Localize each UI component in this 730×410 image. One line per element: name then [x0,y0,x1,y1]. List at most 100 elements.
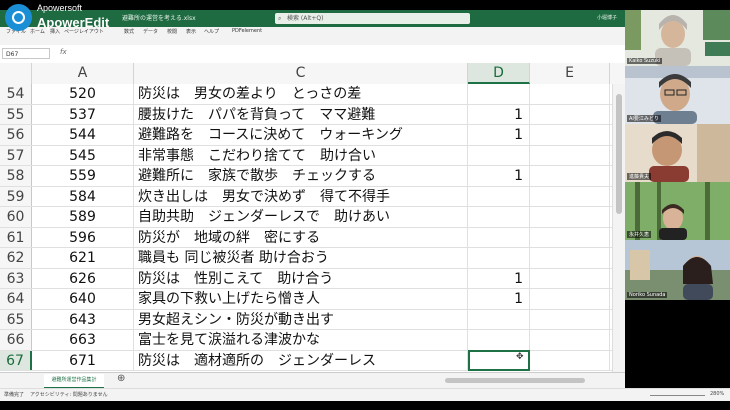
cell-a[interactable]: 596 [32,227,134,247]
select-all-corner[interactable] [0,63,32,84]
cell-c[interactable]: 炊き出しは 男女で決めず 得て不得手 [134,186,468,206]
cell-e[interactable] [530,84,610,104]
cell-e[interactable] [530,309,610,329]
column-header-a[interactable]: A [32,63,134,84]
cell-e[interactable] [530,268,610,288]
cell-d[interactable] [468,309,530,329]
participant-tile[interactable]: 進藤貴夫 [625,124,730,182]
cell-c[interactable]: 男女超えシン・防災が動き出す [134,309,468,329]
cell-e[interactable] [530,145,610,165]
cell-a[interactable]: 621 [32,248,134,268]
cell-e[interactable] [530,166,610,186]
vertical-scroll-thumb[interactable] [616,94,622,214]
menu-help[interactable]: ヘルプ [204,28,219,35]
add-sheet-icon[interactable]: ⊕ [117,373,125,384]
row-number[interactable]: 56 [0,125,32,145]
cell-e[interactable] [530,104,610,124]
search-box[interactable]: ⌕ 検索 (Alt+Q) [275,13,470,24]
row-number[interactable]: 60 [0,207,32,227]
vertical-scrollbar[interactable] [612,84,625,372]
cell-a[interactable]: 584 [32,186,134,206]
cell-e[interactable] [530,350,610,370]
cell-a[interactable]: 520 [32,84,134,104]
cell-a[interactable]: 643 [32,309,134,329]
participant-tile[interactable]: Kaiko Suzuki [625,10,730,66]
cell-a[interactable]: 626 [32,268,134,288]
cell-c[interactable]: 防災は 適材適所の ジェンダーレス [134,350,468,370]
cell-c[interactable]: 非常事態 こだわり捨てて 助け合い [134,145,468,165]
cell-a[interactable]: 640 [32,289,134,309]
status-accessibility[interactable]: アクセシビリティ: 問題ありません [30,391,108,398]
cell-c[interactable]: 腰抜けた パパを背負って ママ避難 [134,104,468,124]
menu-view[interactable]: 表示 [186,28,196,35]
zoom-level[interactable]: 280% [710,391,724,397]
cell-a[interactable]: 544 [32,125,134,145]
table-row: 66 663 富士を見て涙溢れる津波かな [0,330,625,351]
cell-d[interactable] [468,84,530,104]
row-number[interactable]: 57 [0,145,32,165]
row-number[interactable]: 65 [0,309,32,329]
cell-d[interactable]: 1 [468,166,530,186]
menu-review[interactable]: 校閲 [167,28,177,35]
cell-d[interactable]: 1 [468,125,530,145]
cell-c[interactable]: 防災が 地域の絆 密にする [134,227,468,247]
cell-c[interactable]: 防災は 性別こえて 助け合う [134,268,468,288]
cell-c[interactable]: 防災は 男女の差より とっさの差 [134,84,468,104]
cell-e[interactable] [530,186,610,206]
cell-e[interactable] [530,125,610,145]
name-box[interactable]: D67 [2,48,50,59]
row-number[interactable]: 59 [0,186,32,206]
cell-e[interactable] [530,227,610,247]
cell-c[interactable]: 職員も 同じ被災者 助け合おう [134,248,468,268]
cell-d[interactable] [468,248,530,268]
column-header-d[interactable]: D [468,63,530,84]
row-number[interactable]: 55 [0,104,32,124]
column-header-c[interactable]: C [134,63,468,84]
cell-c[interactable]: 避難路を コースに決めて ウォーキング [134,125,468,145]
horizontal-scrollbar[interactable] [445,378,585,383]
cell-a[interactable]: 537 [32,104,134,124]
participant-tile[interactable]: Noriko Sunada [625,240,730,300]
menu-data[interactable]: データ [143,28,158,35]
cell-c[interactable]: 富士を見て涙溢れる津波かな [134,330,468,350]
cell-a[interactable]: 545 [32,145,134,165]
participant-tile[interactable]: AI要江みどり [625,66,730,124]
cell-c[interactable]: 家具の下救い上げたら憎き人 [134,289,468,309]
cell-e[interactable] [530,207,610,227]
cell-e[interactable] [530,330,610,350]
cell-e[interactable] [530,289,610,309]
row-number[interactable]: 61 [0,227,32,247]
row-number[interactable]: 67 [0,350,32,370]
row-number[interactable]: 63 [0,268,32,288]
user-name[interactable]: 小堀博子 [597,14,617,21]
cell-a[interactable]: 663 [32,330,134,350]
participant-tile[interactable]: 永井久恵 [625,182,730,240]
cell-d[interactable]: 1 [468,268,530,288]
row-number[interactable]: 58 [0,166,32,186]
column-header-e[interactable]: E [530,63,610,84]
cell-d[interactable] [468,227,530,247]
cursor-icon: ✥ [516,352,524,362]
cell-a[interactable]: 559 [32,166,134,186]
cell-d[interactable] [468,145,530,165]
cell-d[interactable] [468,330,530,350]
sheet-tab[interactable]: 避難所運営作品集計 [44,374,104,389]
cell-c[interactable]: 自助共助 ジェンダーレスで 助けあい [134,207,468,227]
cell-d[interactable] [468,186,530,206]
cell-d[interactable] [468,207,530,227]
cell-a[interactable]: 589 [32,207,134,227]
fx-icon[interactable]: fx [60,48,67,56]
cell-d[interactable]: 1 [468,289,530,309]
row-number[interactable]: 62 [0,248,32,268]
zoom-slider[interactable] [650,395,705,396]
menu-formulas[interactable]: 数式 [124,28,134,35]
row-number[interactable]: 54 [0,84,32,104]
row-number[interactable]: 64 [0,289,32,309]
row-number[interactable]: 66 [0,330,32,350]
cell-c[interactable]: 避難所に 家族で散歩 チェックする [134,166,468,186]
sheet-grid: 54 520 防災は 男女の差より とっさの差 55 537 腰抜けた パパを背… [0,84,625,372]
cell-d[interactable]: 1 [468,104,530,124]
cell-a[interactable]: 671 [32,350,134,370]
menu-pdfelement[interactable]: PDFelement [232,28,262,34]
cell-e[interactable] [530,248,610,268]
